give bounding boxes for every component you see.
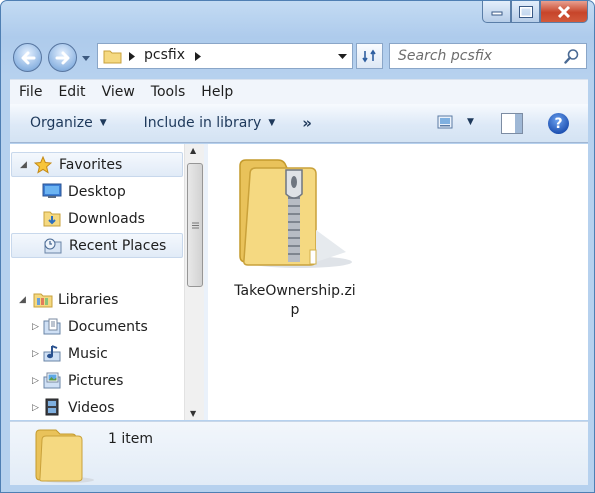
file-list: TakeOwnership.zip xyxy=(208,144,588,420)
breadcrumb-arrow-icon[interactable] xyxy=(129,52,135,61)
tree-item-pictures[interactable]: ▷ Pictures xyxy=(10,368,182,393)
more-commands-button[interactable]: » xyxy=(302,114,312,132)
menu-edit[interactable]: Edit xyxy=(58,84,85,100)
chevron-down-icon xyxy=(337,53,347,59)
explorer-window: pcsfix File Edit View Tools Help Organiz… xyxy=(0,0,595,493)
expand-arrow-icon[interactable]: ▷ xyxy=(32,403,39,413)
minimize-button[interactable] xyxy=(482,1,511,23)
scroll-down-arrow-icon[interactable]: ▼ xyxy=(190,409,196,418)
back-button[interactable] xyxy=(13,43,42,72)
close-button[interactable] xyxy=(540,1,588,23)
downloads-folder-icon xyxy=(42,209,62,227)
chevron-down-icon[interactable]: ▼ xyxy=(467,117,474,127)
preview-pane-icon xyxy=(515,114,522,133)
music-icon xyxy=(42,344,62,362)
breadcrumb-segment[interactable]: pcsfix xyxy=(144,47,185,63)
preview-pane-button[interactable] xyxy=(501,113,523,134)
scroll-up-arrow-icon[interactable]: ▲ xyxy=(190,146,196,155)
caption-buttons xyxy=(482,1,588,25)
search-input[interactable] xyxy=(390,44,560,68)
expand-arrow-icon[interactable]: ▷ xyxy=(32,322,39,332)
navigation-pane: ◢ Favorites Desktop Downloads Recent Pla… xyxy=(10,144,184,420)
zip-folder-icon xyxy=(239,159,352,268)
minimize-icon xyxy=(491,11,502,15)
refresh-icon xyxy=(361,49,376,63)
tree-item-documents[interactable]: ▷ Documents xyxy=(10,314,182,339)
tree-item-recent-places[interactable]: Recent Places xyxy=(11,233,183,258)
tree-item-music[interactable]: ▷ Music xyxy=(10,341,182,366)
close-icon xyxy=(557,5,571,18)
tree-label-desktop: Desktop xyxy=(68,183,126,200)
expand-arrow-icon[interactable]: ▷ xyxy=(32,376,39,386)
tree-label-documents: Documents xyxy=(68,318,148,335)
navigation-bar: pcsfix xyxy=(1,39,594,73)
command-bar: Organize ▼ Include in library ▼ » ▼ ? xyxy=(10,104,588,143)
forward-button[interactable] xyxy=(48,43,77,72)
tree-label-videos: Videos xyxy=(68,399,115,416)
include-in-library-button[interactable]: Include in library ▼ xyxy=(144,115,276,131)
organize-button[interactable]: Organize ▼ xyxy=(30,115,107,131)
tree-label-libraries: Libraries xyxy=(58,291,119,308)
grip-icon xyxy=(191,222,199,228)
details-pane: 1 item xyxy=(10,421,588,485)
menu-bar: File Edit View Tools Help xyxy=(10,79,588,104)
tree-label-downloads: Downloads xyxy=(68,210,145,227)
videos-icon xyxy=(42,398,62,416)
menu-help[interactable]: Help xyxy=(201,84,233,100)
maximize-button[interactable] xyxy=(511,1,540,23)
change-view-button[interactable]: ▼ xyxy=(437,115,474,129)
nav-pane-scrollbar[interactable]: ▲ ▼ xyxy=(184,144,204,420)
chevron-down-icon: ▼ xyxy=(99,118,107,128)
tree-item-videos[interactable]: ▷ Videos xyxy=(10,395,182,420)
address-history-dropdown[interactable] xyxy=(332,44,352,68)
arrow-right-icon xyxy=(55,51,69,64)
include-label: Include in library xyxy=(143,115,262,131)
maximize-icon xyxy=(518,5,533,18)
tree-label-favorites: Favorites xyxy=(59,156,123,173)
address-bar[interactable]: pcsfix xyxy=(97,43,353,69)
collapse-arrow-icon[interactable]: ◢ xyxy=(20,160,27,170)
arrow-left-icon xyxy=(21,51,35,64)
chevron-down-icon xyxy=(82,55,90,61)
menu-file[interactable]: File xyxy=(19,84,42,100)
star-icon xyxy=(34,156,52,174)
tree-label-music: Music xyxy=(68,345,108,362)
folder-icon xyxy=(35,429,94,483)
refresh-button[interactable] xyxy=(356,43,383,69)
breadcrumb-arrow-icon[interactable] xyxy=(195,52,201,61)
collapse-arrow-icon[interactable]: ◢ xyxy=(19,295,26,305)
help-button[interactable]: ? xyxy=(548,113,569,134)
file-item[interactable]: TakeOwnership.zip xyxy=(230,152,360,322)
view-icon xyxy=(437,115,453,129)
pictures-icon xyxy=(42,371,62,389)
menu-tools[interactable]: Tools xyxy=(151,84,186,100)
menu-view[interactable]: View xyxy=(102,84,135,100)
folder-icon xyxy=(103,50,122,64)
recent-places-icon xyxy=(43,237,63,255)
recent-pages-dropdown[interactable] xyxy=(80,53,92,63)
expand-arrow-icon[interactable]: ▷ xyxy=(32,349,39,359)
tree-item-favorites[interactable]: ◢ Favorites xyxy=(11,152,183,177)
search-icon[interactable] xyxy=(564,48,580,64)
tree-item-libraries[interactable]: ◢ Libraries xyxy=(10,287,182,312)
documents-icon xyxy=(42,317,62,335)
file-name: TakeOwnership.zip xyxy=(234,283,356,318)
libraries-icon xyxy=(33,290,53,308)
tree-item-desktop[interactable]: Desktop xyxy=(10,179,182,204)
organize-label: Organize xyxy=(30,115,93,131)
desktop-icon xyxy=(42,183,62,199)
tree-label-pictures: Pictures xyxy=(68,372,124,389)
search-box xyxy=(389,43,587,69)
tree-label-recent-places: Recent Places xyxy=(69,237,167,254)
scroll-thumb[interactable] xyxy=(187,163,203,287)
item-count: 1 item xyxy=(108,431,153,447)
tree-item-downloads[interactable]: Downloads xyxy=(10,206,182,231)
chevron-down-icon: ▼ xyxy=(268,118,276,128)
